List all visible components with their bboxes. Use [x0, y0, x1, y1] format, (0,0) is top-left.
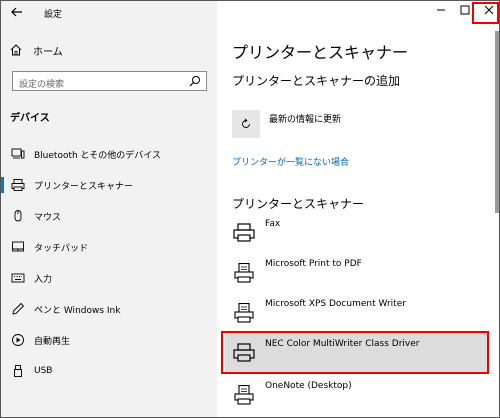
maximize-icon — [460, 5, 470, 15]
sidebar-item-usb[interactable]: USB — [1, 356, 217, 386]
printer-item-xps[interactable]: Microsoft XPS Document Writer — [225, 293, 489, 333]
search-input[interactable] — [13, 76, 183, 94]
sidebar-item-label: USB — [34, 366, 53, 376]
sidebar-item-label: Bluetooth とその他のデバイス — [34, 150, 162, 161]
touchpad-icon — [12, 241, 24, 252]
home-icon — [10, 44, 22, 56]
refresh-label[interactable]: 最新の情報に更新 — [269, 112, 341, 125]
refresh-button[interactable] — [232, 110, 260, 138]
printer-item-pdf[interactable]: Microsoft Print to PDF — [225, 253, 489, 293]
main-content: プリンターとスキャナー プリンターとスキャナーの追加 最新の情報に更新 プリンタ… — [217, 1, 499, 417]
back-button[interactable] — [9, 5, 25, 21]
bluetooth-devices-icon — [11, 148, 25, 159]
settings-window: 設定 ホーム デバイス Bluetooth とその他のデバイス — [0, 0, 500, 418]
sidebar-item-label: タッチパッド — [34, 243, 89, 254]
sidebar-item-pen[interactable]: ペンと Windows Ink — [1, 294, 217, 324]
mouse-icon — [14, 210, 22, 222]
printer-document-icon — [234, 263, 254, 283]
printer-icon — [233, 343, 255, 362]
printer-not-listed-link[interactable]: プリンターが一覧にない場合 — [232, 155, 349, 168]
search-box[interactable] — [12, 71, 207, 94]
usb-icon — [14, 365, 22, 377]
printer-name: Fax — [265, 219, 281, 229]
sidebar-item-label: 自動再生 — [34, 336, 71, 347]
pen-icon — [12, 302, 25, 315]
sidebar-item-label: 入力 — [34, 274, 53, 285]
section-title: デバイス — [10, 113, 50, 124]
search-icon[interactable] — [189, 75, 201, 87]
printer-item-fax[interactable]: Fax — [225, 213, 489, 253]
home-label: ホーム — [33, 46, 63, 58]
titlebar-left: 設定 — [1, 1, 217, 25]
add-section-title: プリンターとスキャナーの追加 — [232, 74, 401, 88]
refresh-icon — [242, 118, 250, 128]
sidebar-item-input[interactable]: 入力 — [1, 263, 217, 293]
minimize-button[interactable] — [429, 1, 453, 25]
sidebar-item-mouse[interactable]: マウス — [1, 201, 217, 231]
printer-item-nec[interactable]: NEC Color MultiWriter Class Driver — [225, 333, 489, 372]
close-button-highlight — [472, 2, 499, 24]
sidebar-item-label: ペンと Windows Ink — [34, 305, 121, 316]
printer-document-icon — [234, 303, 254, 323]
home-nav-item[interactable]: ホーム — [9, 41, 63, 59]
app-title: 設定 — [44, 10, 63, 20]
sidebar: 設定 ホーム デバイス Bluetooth とその他のデバイス — [1, 1, 217, 417]
keyboard-icon — [11, 273, 25, 283]
active-indicator — [1, 177, 4, 193]
sidebar-item-bluetooth[interactable]: Bluetooth とその他のデバイス — [1, 139, 217, 169]
printer-name: Microsoft Print to PDF — [265, 259, 362, 269]
sidebar-item-printers[interactable]: プリンターとスキャナー — [1, 170, 217, 200]
printer-name: OneNote (Desktop) — [265, 381, 352, 391]
sidebar-item-label: マウス — [34, 212, 62, 223]
scrollbar[interactable] — [495, 31, 499, 213]
printer-name: Microsoft XPS Document Writer — [265, 299, 406, 309]
back-arrow-icon — [11, 7, 22, 17]
page-title: プリンターとスキャナー — [232, 43, 409, 62]
printer-document-icon — [234, 385, 254, 405]
minimize-icon — [437, 9, 445, 11]
printer-name: NEC Color MultiWriter Class Driver — [265, 339, 420, 349]
list-section-title: プリンターとスキャナー — [232, 197, 365, 211]
printer-icon — [11, 179, 25, 191]
sidebar-item-touchpad[interactable]: タッチパッド — [1, 232, 217, 262]
autoplay-icon — [12, 334, 24, 346]
printer-icon — [233, 223, 255, 242]
sidebar-item-autoplay[interactable]: 自動再生 — [1, 325, 217, 355]
printer-item-onenote[interactable]: OneNote (Desktop) — [225, 375, 489, 415]
sidebar-item-label: プリンターとスキャナー — [34, 181, 134, 192]
